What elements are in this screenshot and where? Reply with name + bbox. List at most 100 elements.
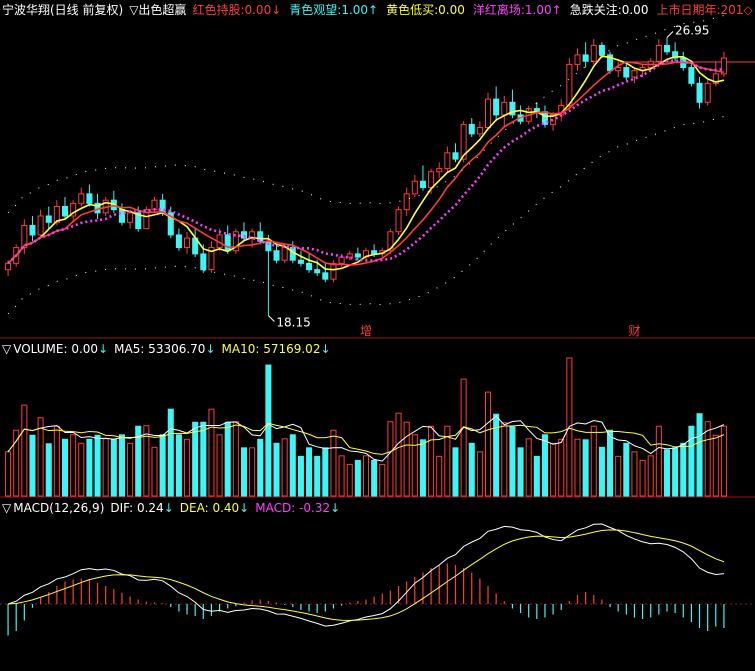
indicator-0: 红色持股:0.00↓ bbox=[192, 3, 281, 17]
volume-bar bbox=[419, 439, 426, 497]
volume-bar bbox=[680, 442, 687, 497]
volume-bar bbox=[639, 459, 646, 497]
volume-bar bbox=[224, 421, 231, 497]
candle-body bbox=[419, 180, 426, 189]
indicator-value: 0.00 bbox=[438, 3, 465, 17]
candle-body bbox=[354, 253, 361, 258]
volume-bar bbox=[720, 425, 727, 497]
volume-bar bbox=[460, 378, 467, 497]
macd-dea-arrow: ↓ bbox=[239, 501, 250, 515]
candle-body bbox=[200, 253, 207, 271]
volume-bar bbox=[167, 408, 174, 497]
candle-body bbox=[61, 206, 69, 217]
volume-bar bbox=[21, 404, 28, 497]
candle-body bbox=[346, 253, 353, 258]
volume-bar bbox=[509, 426, 516, 497]
volume-bar bbox=[615, 455, 622, 497]
volume-bar bbox=[314, 455, 321, 497]
candle-body bbox=[330, 262, 337, 280]
candle-body bbox=[615, 67, 622, 72]
candle-body bbox=[590, 44, 597, 62]
indicator-label: 青色观望: bbox=[289, 3, 342, 17]
candle-body bbox=[444, 152, 451, 170]
volume-bar bbox=[273, 442, 280, 497]
volume-bar bbox=[289, 434, 296, 497]
formula-name[interactable]: 出色超赢 bbox=[138, 3, 186, 17]
indicator-value: 201 bbox=[720, 3, 744, 17]
macd-dea: DEA: 0.40 bbox=[179, 501, 240, 515]
candle-body bbox=[663, 44, 671, 53]
volume-arrow: ↓ bbox=[98, 342, 109, 356]
macd-dif-arrow: ↓ bbox=[163, 501, 174, 515]
volume-bar bbox=[94, 434, 101, 497]
volume-menu-icon[interactable]: ▽ bbox=[2, 342, 11, 356]
candle-body bbox=[306, 262, 313, 271]
candle-body bbox=[436, 168, 443, 173]
volume-bar bbox=[590, 425, 597, 497]
candle-body bbox=[688, 67, 695, 84]
volume-bar bbox=[184, 438, 191, 497]
volume-bar bbox=[582, 439, 589, 497]
stock-chart-canvas: 26.95 18.15 增 财 bbox=[0, 0, 755, 671]
candle-body bbox=[476, 127, 483, 135]
candle-body bbox=[468, 123, 475, 135]
candle-body bbox=[5, 262, 12, 271]
candle-body bbox=[289, 247, 296, 261]
volume-bar bbox=[452, 447, 459, 497]
candle-body bbox=[631, 70, 638, 78]
volume-bar bbox=[297, 455, 304, 497]
volume-bar bbox=[13, 429, 20, 497]
price-low-label: 18.15 bbox=[276, 315, 310, 329]
volume-bar bbox=[265, 364, 272, 497]
volume-bar bbox=[541, 434, 548, 497]
indicator-values: 红色持股:0.00↓ 青色观望:1.00↑ 黄色低买:0.00 洋红离场:1.00↑ 急… bbox=[192, 3, 755, 17]
volume-bar bbox=[53, 425, 60, 497]
candle-body bbox=[127, 212, 134, 223]
candle-body bbox=[655, 44, 662, 62]
candle-body bbox=[501, 101, 508, 116]
volume-bar bbox=[70, 434, 77, 497]
volume-bar bbox=[338, 455, 345, 497]
volume-bar bbox=[306, 447, 313, 497]
volume-bar bbox=[387, 421, 394, 497]
candle-body bbox=[411, 180, 418, 195]
indicator-arrow: ↓ bbox=[271, 3, 282, 17]
indicator-label: 红色持股: bbox=[192, 3, 245, 17]
volume-bar bbox=[330, 429, 337, 497]
volume-bar bbox=[37, 417, 44, 497]
indicator-4: 急跌关注:0.00 bbox=[570, 3, 649, 17]
macd-menu-icon[interactable]: ▽ bbox=[2, 501, 11, 515]
candle-body bbox=[452, 152, 459, 160]
volume-ma5: MA5: 53306.70 bbox=[114, 342, 206, 356]
volume-bar bbox=[5, 451, 12, 497]
volume-bar bbox=[663, 449, 671, 497]
candle-body bbox=[428, 171, 435, 189]
volume-bar bbox=[712, 434, 719, 497]
indicator-label: 上市日期年: bbox=[656, 3, 721, 17]
macd-pane-header: ▽ MACD(12,26,9) DIF: 0.24↓ DEA: 0.40↓ MACD: … bbox=[2, 501, 346, 515]
volume-bar bbox=[696, 413, 703, 497]
volume-pane-header: ▽ VOLUME: 0.00↓ MA5: 53306.70↓ MA10: 57169.… bbox=[2, 342, 337, 356]
volume-bar bbox=[598, 446, 605, 497]
volume-bar bbox=[232, 421, 239, 497]
macd-dif: DIF: 0.24 bbox=[110, 501, 164, 515]
event-marker: 增 bbox=[360, 324, 372, 338]
volume-bar bbox=[29, 434, 36, 497]
candle-body bbox=[224, 234, 231, 252]
volume-bar bbox=[362, 455, 370, 497]
indicator-3: 洋红离场:1.00↑ bbox=[473, 3, 562, 17]
volume-bar bbox=[379, 463, 386, 497]
volume-bar bbox=[281, 438, 288, 497]
volume-bar bbox=[655, 425, 662, 497]
macd-value: MACD: -0.32 bbox=[255, 501, 331, 515]
indicator-value: 0.00 bbox=[621, 3, 649, 17]
volume-bar bbox=[216, 434, 223, 497]
volume-bar bbox=[501, 422, 508, 497]
candle-body bbox=[273, 250, 280, 261]
candle-body bbox=[297, 259, 304, 264]
indicator-label: 黄色低买: bbox=[386, 3, 439, 17]
candle-body bbox=[29, 224, 36, 236]
volume-bar bbox=[175, 434, 182, 497]
volume-bar bbox=[110, 438, 117, 497]
volume-bar bbox=[525, 438, 532, 497]
